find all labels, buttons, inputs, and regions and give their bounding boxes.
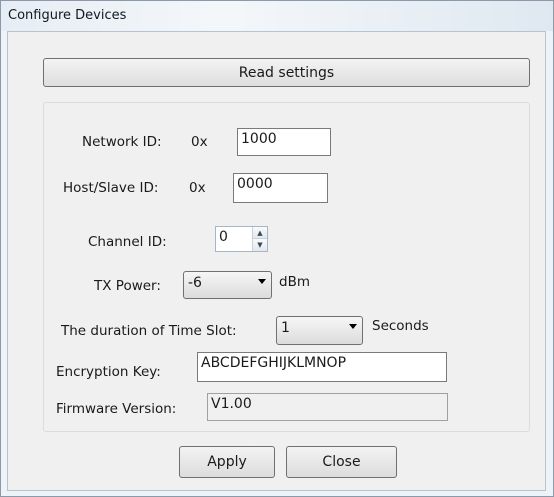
configure-devices-window: Configure Devices Read settings Network … — [0, 0, 554, 497]
time-slot-unit: Seconds — [372, 318, 429, 334]
firmware-version-field: V1.00 — [207, 393, 448, 421]
tx-power-value: -6 — [188, 275, 202, 291]
tx-power-unit: dBm — [279, 274, 310, 290]
network-id-hex-prefix: 0x — [191, 134, 208, 150]
channel-id-spinbox[interactable]: 0 ▲ ▼ — [215, 226, 268, 252]
host-slave-id-input[interactable]: 0000 — [233, 173, 328, 203]
dialog-body: Read settings Network ID: 0x 1000 Host/S… — [7, 31, 546, 491]
firmware-version-label: Firmware Version: — [56, 401, 177, 417]
spin-up-icon[interactable]: ▲ — [253, 227, 267, 239]
close-button[interactable]: Close — [286, 446, 397, 478]
host-slave-id-label: Host/Slave ID: — [63, 180, 159, 196]
time-slot-value: 1 — [281, 320, 290, 336]
apply-button[interactable]: Apply — [179, 446, 275, 478]
tx-power-label: TX Power: — [94, 278, 161, 294]
network-id-input[interactable]: 1000 — [237, 128, 331, 156]
chevron-down-icon — [349, 324, 357, 329]
read-settings-button[interactable]: Read settings — [43, 58, 530, 87]
channel-id-label: Channel ID: — [88, 234, 167, 250]
encryption-key-input[interactable]: ABCDEFGHIJKLMNOP — [197, 352, 447, 382]
encryption-key-label: Encryption Key: — [56, 364, 161, 380]
spin-buttons: ▲ ▼ — [252, 227, 267, 251]
channel-id-value[interactable]: 0 — [219, 229, 228, 245]
title-bar[interactable]: Configure Devices — [1, 1, 553, 31]
time-slot-dropdown[interactable]: 1 — [276, 316, 363, 345]
time-slot-label: The duration of Time Slot: — [61, 323, 237, 339]
spin-down-icon[interactable]: ▼ — [253, 239, 267, 251]
chevron-down-icon — [258, 279, 266, 284]
window-title: Configure Devices — [8, 8, 127, 23]
host-slave-id-hex-prefix: 0x — [189, 180, 206, 196]
tx-power-dropdown[interactable]: -6 — [183, 271, 272, 299]
network-id-label: Network ID: — [82, 134, 162, 150]
